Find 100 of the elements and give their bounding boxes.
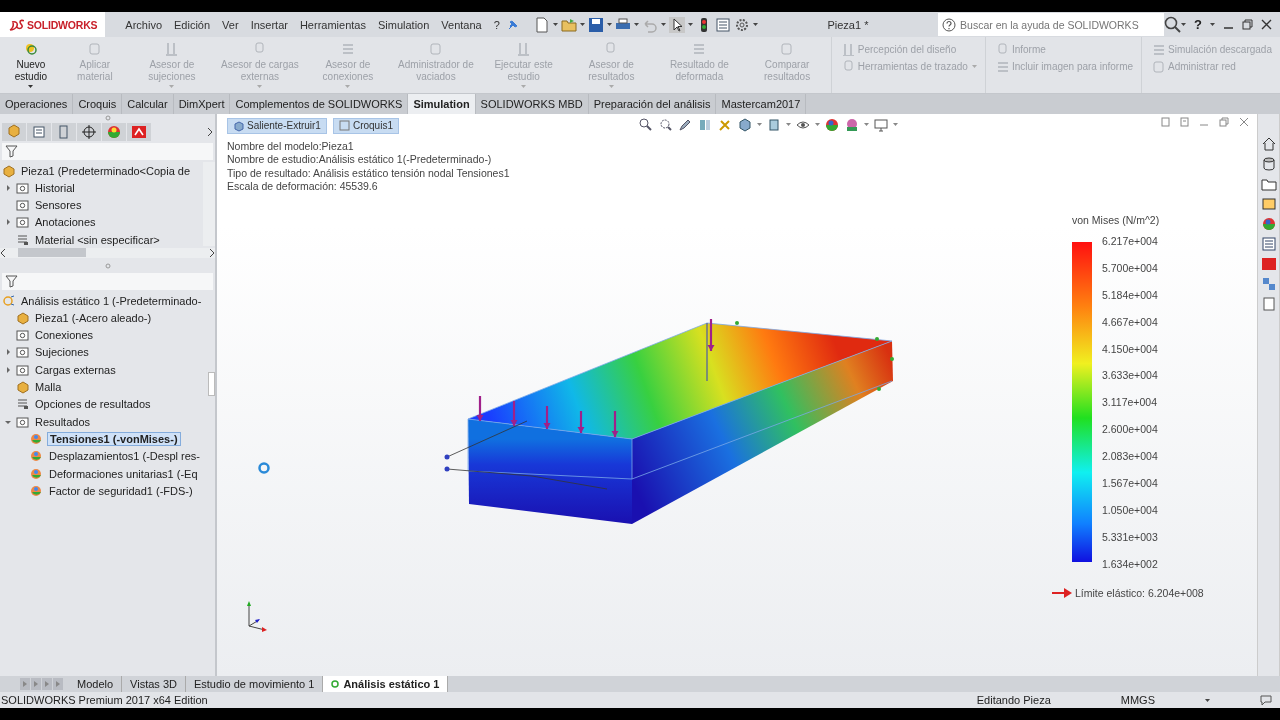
caret-icon[interactable] [752,23,758,26]
ball-icon[interactable] [824,116,840,133]
tab[interactable]: Simulation [408,93,476,114]
tree-item[interactable]: Anotaciones [33,216,98,229]
tree-item[interactable]: Historial [33,181,77,194]
chevron-left-icon[interactable] [0,247,6,258]
breadcrumb-item[interactable]: Saliente-Extruir1 [227,117,327,134]
next-page-icon[interactable] [42,678,52,691]
search-icon[interactable] [1164,16,1182,33]
cube-icon[interactable] [737,116,753,133]
menu-item[interactable]: Ventana [435,18,488,31]
menu-item[interactable]: Insertar [244,18,294,31]
restore-icon[interactable] [1242,19,1253,30]
pointer-icon[interactable] [668,16,685,33]
tab[interactable]: Croquis [73,93,123,114]
collapsed-arrow-icon[interactable] [4,183,12,192]
chat-icon[interactable] [1260,694,1272,707]
chevron-right-icon[interactable] [207,126,213,137]
tab[interactable]: Preparación del análisis [588,93,717,114]
help-menu[interactable]: ? [1194,17,1202,32]
caret-icon[interactable] [1181,23,1187,26]
tree-item[interactable]: Análisis estático 1 (-Predeterminado- [19,294,204,307]
caret-icon[interactable] [28,85,34,88]
menu-item[interactable]: Herramientas [293,18,372,31]
list-icon[interactable] [31,123,47,140]
breadcrumb-item[interactable]: Croquis1 [332,117,399,134]
collapsed-arrow-icon[interactable] [4,218,12,227]
tiles-icon[interactable] [1260,275,1277,292]
tree-item[interactable]: Conexiones [33,329,96,342]
prev-page-icon[interactable] [31,678,41,691]
tab[interactable]: Calcular [122,93,174,114]
result-info-line: Escala de deformación: 45539.6 [227,180,379,194]
tab[interactable]: Operaciones [0,93,74,114]
document-icon[interactable] [533,16,550,33]
crosshair-icon[interactable] [81,123,97,140]
app-logo[interactable]: SOLIDWORKS [0,12,106,37]
caret-icon[interactable] [552,23,558,26]
cylinder-icon[interactable] [1260,155,1277,172]
units-selector[interactable]: MMGS [1120,694,1155,707]
menu-item[interactable]: Edición [168,18,217,31]
page-icon[interactable] [1180,116,1189,127]
tab[interactable]: SOLIDWORKS MBD [475,93,589,114]
palette-icon[interactable] [1260,195,1277,212]
part-icon[interactable] [6,123,22,140]
tree-item[interactable]: Opciones de resultados [33,398,153,411]
filter-icon[interactable] [5,274,18,288]
document-tab[interactable]: Análisis estático 1 [323,676,449,693]
menu-item[interactable]: Ver [216,18,245,31]
ball-icon[interactable] [106,123,122,140]
caret-icon[interactable] [579,23,585,26]
ball-icon[interactable] [1260,215,1277,232]
first-page-icon[interactable] [20,678,30,691]
tree-item[interactable]: Pieza1 (-Acero aleado-) [33,311,154,324]
caret-icon[interactable] [660,23,666,26]
ribbon-button[interactable]: Nuevo estudio [0,37,62,93]
caret-icon[interactable] [1210,23,1215,26]
tree-item[interactable]: Desplazamientos1 (-Despl res- [47,450,202,463]
mastercam-icon[interactable] [131,123,147,140]
monitor-icon[interactable] [873,116,889,133]
tab[interactable]: Mastercam2017 [716,93,807,114]
scene-icon[interactable] [844,116,860,133]
house-icon[interactable] [1260,135,1277,152]
collapsed-arrow-icon[interactable] [4,365,12,374]
panel-handle[interactable] [208,371,215,396]
tree-item[interactable]: Pieza1 (Predeterminado<Copia de [19,164,193,177]
zoom-icon[interactable] [657,116,673,133]
menu-item[interactable]: Simulation [371,18,436,31]
tree-item[interactable]: Sensores [33,199,84,212]
page-icon[interactable] [1260,295,1277,312]
restore-icon[interactable] [1219,116,1229,127]
grip-icon[interactable] [104,263,111,270]
box-icon[interactable] [766,116,782,133]
menu-item[interactable]: Archivo [119,18,169,31]
mastercam-icon[interactable] [1260,255,1277,272]
page-icon[interactable] [1161,116,1170,127]
tree-item[interactable]: Factor de seguridad1 (-FDS-) [47,484,195,497]
collapsed-arrow-icon[interactable] [4,348,12,357]
tree-item[interactable]: Cargas externas [33,363,118,376]
caret-icon[interactable] [1205,698,1210,702]
list-icon[interactable] [1260,235,1277,252]
scrollbar-thumb[interactable] [18,248,86,258]
gear-icon[interactable] [733,16,750,33]
caret-icon[interactable] [633,23,639,26]
caret-icon[interactable] [687,23,693,26]
tree-item[interactable]: Resultados [33,415,93,428]
help-search-field[interactable]: Buscar en la ayuda de SOLIDWORKS [938,13,1165,36]
close-icon[interactable] [1261,19,1272,30]
tree-item[interactable]: Deformaciones unitarias1 (-Eq [47,467,200,480]
grip-icon[interactable] [104,115,111,122]
last-page-icon[interactable] [53,678,63,691]
tree-item[interactable]: Malla [33,381,64,394]
caret-icon[interactable] [606,23,612,26]
filter-icon[interactable] [5,144,18,158]
zoom-icon[interactable] [637,116,653,133]
tree-item[interactable]: Material <sin especificar> [33,233,162,246]
chevron-right-icon[interactable] [209,247,215,258]
menu-item[interactable]: ? [487,18,506,31]
tree-item[interactable]: Tensiones1 (-vonMises-) [47,431,181,446]
tab[interactable]: DimXpert [173,93,231,114]
tree-item[interactable]: Sujeciones [33,346,91,359]
